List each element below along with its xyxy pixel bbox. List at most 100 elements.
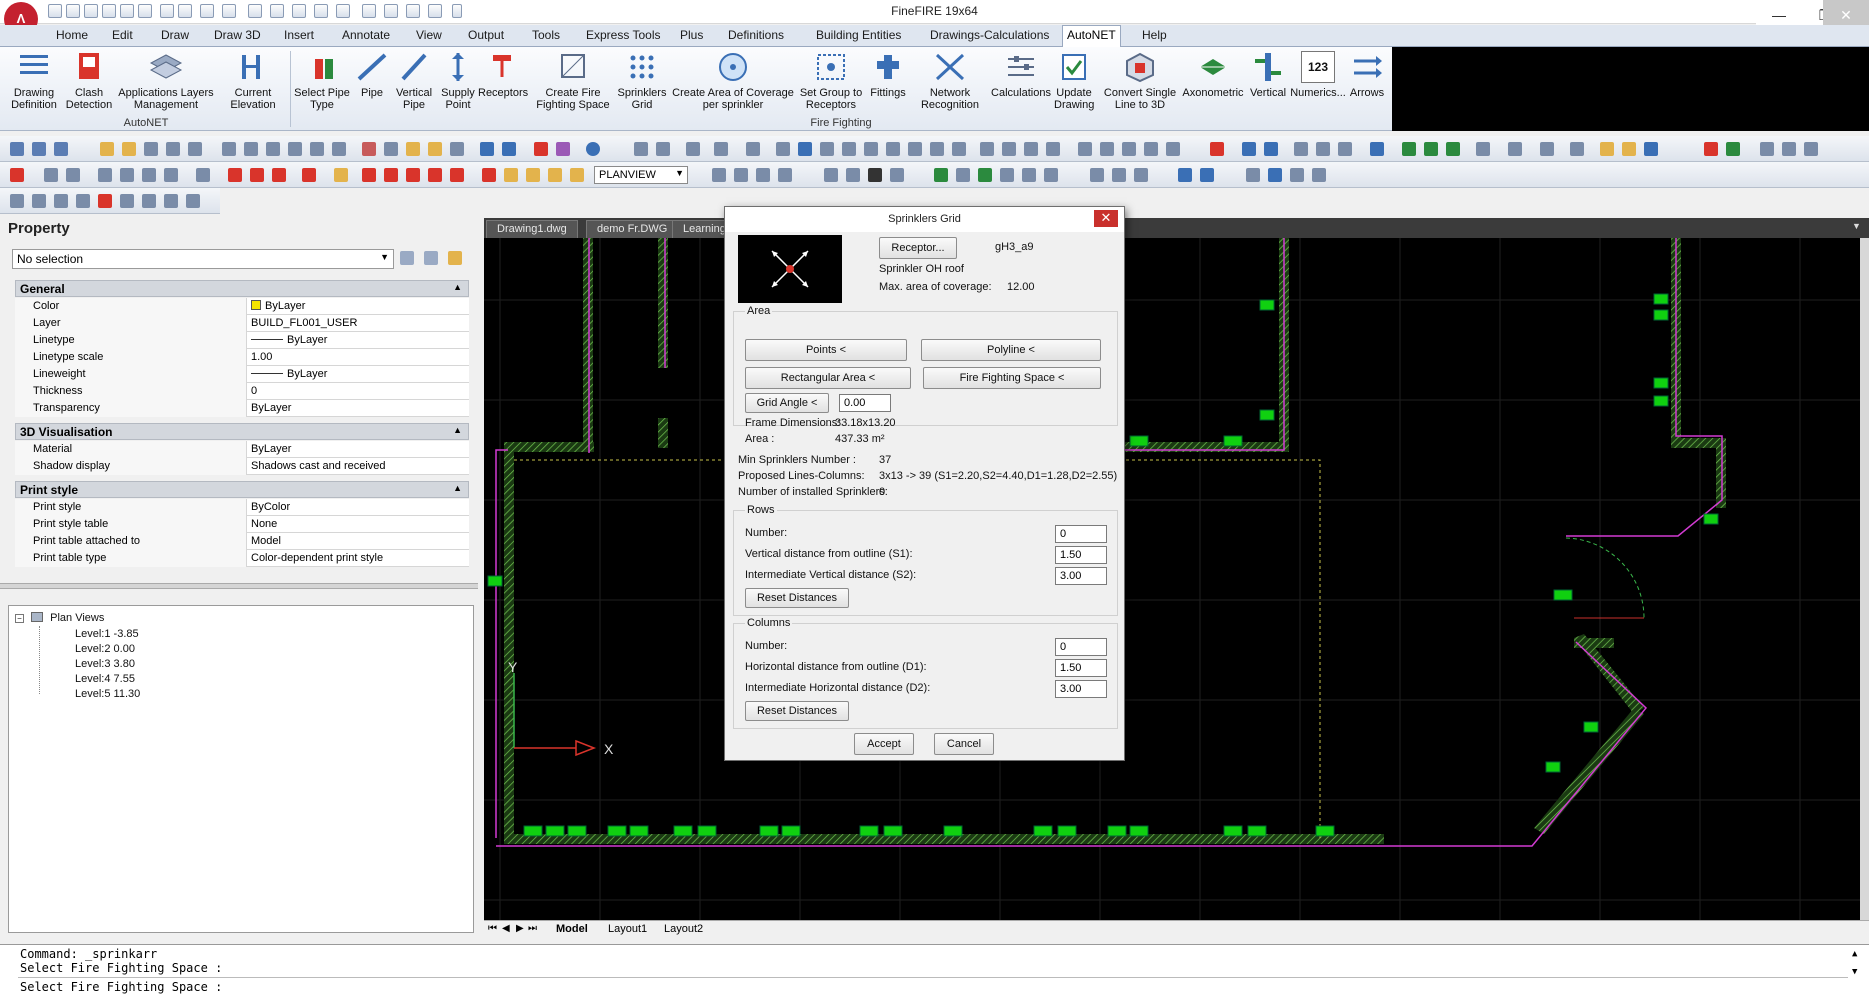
drawing-definition-button[interactable]: Drawing Definition <box>6 51 62 117</box>
offset-icon[interactable] <box>1316 142 1330 156</box>
tab-drawings-calculations[interactable]: Drawings-Calculations <box>926 28 1053 42</box>
qa-dropdown-icon[interactable] <box>452 4 462 18</box>
prop-row[interactable]: Layer BUILD_FL001_USER <box>15 315 469 332</box>
polygon-icon[interactable] <box>908 142 922 156</box>
tab-view[interactable]: View <box>412 28 446 42</box>
pan-toolbar-icon[interactable] <box>634 142 648 156</box>
tab-tools[interactable]: Tools <box>528 28 564 42</box>
tool-icon[interactable] <box>428 4 442 18</box>
stretch-icon[interactable] <box>1144 142 1158 156</box>
cols-reset-distances-button[interactable]: Reset Distances <box>745 701 849 721</box>
prop-row[interactable]: Print table type Color-dependent print st… <box>15 550 469 567</box>
wblock-icon[interactable] <box>428 168 442 182</box>
trim-icon[interactable] <box>1166 142 1180 156</box>
group-icon[interactable] <box>450 168 464 182</box>
shade-icon[interactable] <box>314 4 328 18</box>
viewport-3-icon[interactable] <box>1446 142 1460 156</box>
numerics-button[interactable]: 123 Numerics... <box>1290 51 1346 117</box>
zoom-toolbar-icon[interactable] <box>686 142 700 156</box>
image-icon[interactable] <box>1022 168 1036 182</box>
xref-icon[interactable] <box>334 168 348 182</box>
tree-level-item[interactable]: Level:5 11.30 <box>75 688 140 700</box>
plot-icon[interactable] <box>266 142 280 156</box>
collapse-icon[interactable]: − <box>15 614 24 623</box>
rotate-icon[interactable] <box>1100 142 1114 156</box>
set-group-to-receptors-button[interactable]: Set Group to Receptors <box>796 51 866 117</box>
toolbar-layout-icon[interactable] <box>1804 142 1818 156</box>
rows-s2-input[interactable] <box>1055 567 1107 585</box>
tab-dropdown-icon[interactable]: ▼ <box>1852 221 1861 231</box>
find-icon[interactable] <box>332 142 346 156</box>
brush-icon[interactable] <box>450 142 464 156</box>
tree-level-item[interactable]: Level:3 3.80 <box>75 658 135 670</box>
pdf-icon[interactable] <box>1044 168 1058 182</box>
canvas-scrollbar[interactable] <box>1860 238 1869 920</box>
last-tab-icon[interactable]: ⏭ <box>528 923 537 934</box>
sync-icon[interactable] <box>978 168 992 182</box>
tab-definitions[interactable]: Definitions <box>724 28 788 42</box>
bld-icon[interactable] <box>66 4 80 18</box>
first-tab-icon[interactable]: ⏮ <box>488 923 497 934</box>
paste-icon[interactable] <box>406 142 420 156</box>
tile-icon[interactable] <box>1268 168 1282 182</box>
arc-icon[interactable] <box>820 142 834 156</box>
line-draw-icon[interactable] <box>10 194 24 208</box>
arc-draw-icon[interactable] <box>32 194 46 208</box>
tab-draw[interactable]: Draw <box>157 28 193 42</box>
cols-d2-input[interactable] <box>1055 680 1107 698</box>
panel-splitter[interactable] <box>0 583 478 589</box>
toolbar-more-icon[interactable] <box>1760 142 1774 156</box>
prop-row[interactable]: Linetype scale 1.00 <box>15 349 469 366</box>
sprinklers-grid-button[interactable]: Sprinklers Grid <box>614 51 670 117</box>
tab-help[interactable]: Help <box>1138 28 1171 42</box>
command-input[interactable]: Select Fire Fighting Space : <box>18 977 1848 995</box>
network-recognition-button[interactable]: Network Recognition <box>912 51 988 117</box>
print-toolbar-icon[interactable] <box>222 142 236 156</box>
undo-icon[interactable] <box>160 4 174 18</box>
quick-select-icon[interactable] <box>400 251 414 265</box>
polyline-button[interactable]: Polyline < <box>921 339 1101 361</box>
display-icon[interactable] <box>868 168 882 182</box>
group-3d-visualisation[interactable]: 3D Visualisation ▲ <box>15 423 469 440</box>
tree-level-item[interactable]: Level:4 7.55 <box>75 673 135 685</box>
layout-3-icon[interactable] <box>756 168 770 182</box>
viewport-icon[interactable] <box>1402 142 1416 156</box>
prop-row[interactable]: Thickness 0 <box>15 383 469 400</box>
attach-icon[interactable] <box>1000 168 1014 182</box>
delete-icon[interactable] <box>1210 142 1224 156</box>
zoom-realtime-icon[interactable] <box>656 142 670 156</box>
ellipse-icon[interactable] <box>842 142 856 156</box>
prop-row[interactable]: Transparency ByLayer <box>15 400 469 417</box>
rectangular-area-button[interactable]: Rectangular Area < <box>745 367 911 389</box>
tab-home[interactable]: Home <box>52 28 92 42</box>
move-icon[interactable] <box>1078 142 1092 156</box>
prop-row[interactable]: Shadow display Shadows cast and received <box>15 458 469 475</box>
layout-2-icon[interactable] <box>734 168 748 182</box>
receptors-button[interactable]: Receptors <box>478 51 528 117</box>
region-icon[interactable] <box>930 142 944 156</box>
fire-fighting-space-button[interactable]: Fire Fighting Space < <box>923 367 1101 389</box>
receptor-button[interactable]: Receptor... <box>879 237 957 259</box>
visual-style-icon[interactable] <box>890 168 904 182</box>
print-preview-icon[interactable] <box>244 142 258 156</box>
render-icon[interactable] <box>846 168 860 182</box>
list-view-icon[interactable] <box>1312 168 1326 182</box>
array-icon[interactable] <box>1338 142 1352 156</box>
prop-row[interactable]: Color ByLayer <box>15 298 469 315</box>
boundary-icon[interactable] <box>952 142 966 156</box>
elevation-toolbar-icon[interactable] <box>482 168 496 182</box>
tab-output[interactable]: Output <box>464 28 508 42</box>
vertical-pipe-button[interactable]: Vertical Pipe <box>392 51 436 117</box>
tab-draw-3d[interactable]: Draw 3D <box>210 28 265 42</box>
table-grid-icon[interactable] <box>824 168 838 182</box>
open-folder-icon[interactable] <box>100 142 114 156</box>
drawing-canvas[interactable]: Y X <box>484 238 1860 920</box>
material-icon[interactable] <box>1090 168 1104 182</box>
prop-row[interactable]: Print style table None <box>15 516 469 533</box>
section-icon[interactable] <box>504 168 518 182</box>
rows-s1-input[interactable] <box>1055 546 1107 564</box>
layer-icon[interactable] <box>406 4 420 18</box>
redo-toolbar-icon[interactable] <box>502 142 516 156</box>
mirror-icon[interactable] <box>1294 142 1308 156</box>
grid-view-icon[interactable] <box>1246 168 1260 182</box>
